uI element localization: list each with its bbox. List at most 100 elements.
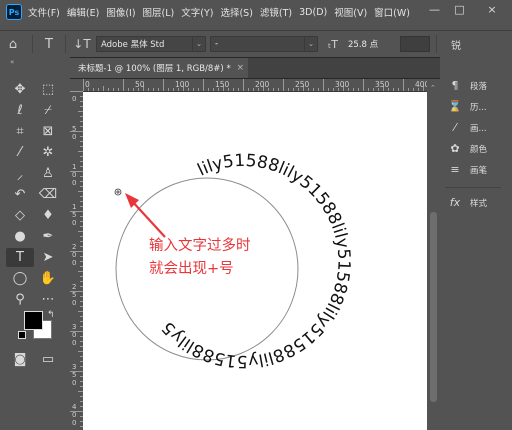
ruler-label: 5	[72, 291, 76, 299]
menu-file[interactable]: 文件(F)	[28, 5, 60, 19]
panel-styles[interactable]: fx 样式	[448, 196, 487, 209]
menu-view[interactable]: 视图(V)	[334, 5, 367, 19]
ruler-label: 0	[72, 419, 76, 427]
font-family-value: Adobe 黑体 Std	[101, 40, 165, 50]
menu-image[interactable]: 图像(I)	[106, 5, 135, 19]
lasso-tool-icon[interactable]: ℓ	[6, 101, 34, 120]
menu-type[interactable]: 文字(Y)	[181, 5, 213, 19]
ruler-label: 200	[255, 80, 270, 89]
type-tool-icon[interactable]: T	[6, 248, 34, 267]
frame-tool-icon[interactable]: ⊠	[34, 122, 62, 141]
ruler-label: 50	[135, 80, 145, 89]
brush-tool-icon[interactable]: ⸝	[6, 164, 34, 183]
menu-filter[interactable]: 滤镜(T)	[260, 5, 292, 19]
stamp-tool-icon[interactable]: ♙	[34, 164, 62, 183]
path-select-tool-icon[interactable]: ➤	[34, 248, 62, 267]
panel-brushes[interactable]: ≡ 画笔	[448, 163, 487, 176]
panel-label: 画笔	[470, 165, 488, 176]
zoom-tool-icon[interactable]: ⚲	[6, 290, 34, 309]
font-family-select[interactable]: Adobe 黑体 Std ⌄	[96, 36, 206, 52]
tool-row: ⸝ ♙	[6, 164, 62, 183]
eyedropper-tool-icon[interactable]: ⁄	[6, 143, 34, 162]
history-brush-tool-icon[interactable]: ↶	[6, 185, 34, 204]
font-size-select[interactable]: 25.8 点	[344, 36, 396, 52]
menu-3d[interactable]: 3D(D)	[299, 7, 327, 18]
healing-brush-tool-icon[interactable]: ✲	[34, 143, 62, 162]
collapse-icon[interactable]: «	[10, 58, 14, 66]
tool-row: ◇ ♦	[6, 206, 62, 225]
menu-layer[interactable]: 图层(L)	[143, 5, 175, 19]
default-colors-icon[interactable]	[18, 331, 26, 339]
tool-row: ⁄ ✲	[6, 143, 62, 162]
ellipse-tool-icon[interactable]: ◯	[6, 269, 34, 288]
more-tools-icon[interactable]: ⋯	[34, 290, 62, 309]
paragraph-icon: ¶	[451, 79, 459, 92]
ruler-label: 0	[72, 339, 76, 347]
panel-paragraph[interactable]: ¶ 段落	[448, 79, 488, 92]
ruler-label: 0	[72, 259, 76, 267]
font-style-value: -	[215, 39, 219, 49]
panel-label: 段落	[470, 81, 488, 92]
tool-row: ● ✒	[6, 227, 62, 246]
panel-label: 画...	[470, 123, 487, 134]
anti-alias-label[interactable]: 锐	[451, 37, 461, 52]
pen-tool-icon[interactable]: ✒	[34, 227, 62, 246]
panel-color[interactable]: ✿ 颜色	[448, 142, 487, 155]
home-icon[interactable]: ⌂	[0, 37, 26, 52]
ruler-label: 0	[72, 133, 76, 141]
ruler-label: 2	[72, 283, 76, 291]
panel-brush-settings[interactable]: ⁄ 画...	[448, 121, 487, 134]
blur-tool-icon[interactable]: ♦	[34, 206, 62, 225]
divider	[436, 35, 437, 53]
styles-icon: fx	[449, 196, 461, 209]
menu-edit[interactable]: 编辑(E)	[67, 5, 99, 19]
font-style-select[interactable]: - ⌄	[210, 36, 318, 52]
scroll-up-icon[interactable]: ⌃	[430, 84, 436, 92]
quick-select-tool-icon[interactable]: ⌿	[34, 101, 62, 120]
move-tool-icon[interactable]: ✥	[6, 80, 34, 99]
ruler-label: 150	[215, 80, 230, 89]
menu-select[interactable]: 选择(S)	[220, 5, 252, 19]
restore-button[interactable]: □	[447, 0, 472, 18]
horizontal-ruler[interactable]: 0 50 100 150 200 250 300 350 400	[83, 79, 427, 92]
swap-colors-icon[interactable]: ↰	[47, 310, 55, 320]
font-size-icon: ₜT	[328, 37, 338, 51]
ruler-label: 0	[72, 171, 76, 179]
quick-mask-icon[interactable]: ◙	[6, 350, 34, 369]
foreground-color-swatch[interactable]	[24, 311, 43, 330]
tool-row: ◙ ▭	[6, 350, 62, 369]
marquee-tool-icon[interactable]: ⬚	[34, 80, 62, 99]
anti-alias-icon[interactable]	[400, 36, 430, 52]
panel-history[interactable]: ⌛ 历...	[448, 100, 487, 113]
screen-mode-icon[interactable]: ▭	[34, 350, 62, 369]
ruler-label: 350	[375, 80, 390, 89]
ruler-label: 0	[72, 179, 76, 187]
vertical-ruler[interactable]: 0 5 0 1 0 0 1 5 0 2 0 0 2 5 0 3 0 0 3 5 …	[70, 91, 84, 430]
text-orientation-icon[interactable]: ↓T	[72, 37, 92, 51]
close-button[interactable]: ×	[472, 0, 512, 18]
eraser-tool-icon[interactable]: ⌫	[34, 185, 62, 204]
canvas[interactable]: lily51588lily51588lily51588lily51588lily…	[83, 92, 427, 430]
tool-row: ◯ ✋	[6, 269, 62, 288]
panel-label: 样式	[470, 198, 488, 209]
crop-tool-icon[interactable]: ⌗	[6, 122, 34, 141]
type-tool-preset-icon[interactable]: T	[39, 37, 59, 52]
document-tab-bar: 未标题-1 @ 100% (图层 1, RGB/8#) * ×	[70, 58, 440, 78]
panel-label: 历...	[470, 102, 487, 113]
document-tab[interactable]: 未标题-1 @ 100% (图层 1, RGB/8#) * ×	[70, 58, 248, 78]
paint-bucket-tool-icon[interactable]: ◇	[6, 206, 34, 225]
ruler-label: 5	[72, 211, 76, 219]
photoshop-logo-icon[interactable]: Ps	[6, 4, 22, 20]
hand-tool-icon[interactable]: ✋	[34, 269, 62, 288]
scrollbar-thumb[interactable]	[430, 212, 437, 402]
minimize-button[interactable]: —	[422, 0, 447, 18]
brush-settings-icon: ⁄	[454, 121, 456, 134]
menu-window[interactable]: 窗口(W)	[374, 5, 410, 19]
document-tab-title: 未标题-1 @ 100% (图层 1, RGB/8#) *	[78, 64, 231, 74]
close-tab-icon[interactable]: ×	[237, 63, 244, 73]
ruler-label: 3	[72, 323, 76, 331]
dodge-tool-icon[interactable]: ●	[6, 227, 34, 246]
divider	[445, 187, 501, 188]
ruler-label: 2	[72, 243, 76, 251]
ruler-label: 0	[72, 299, 76, 307]
